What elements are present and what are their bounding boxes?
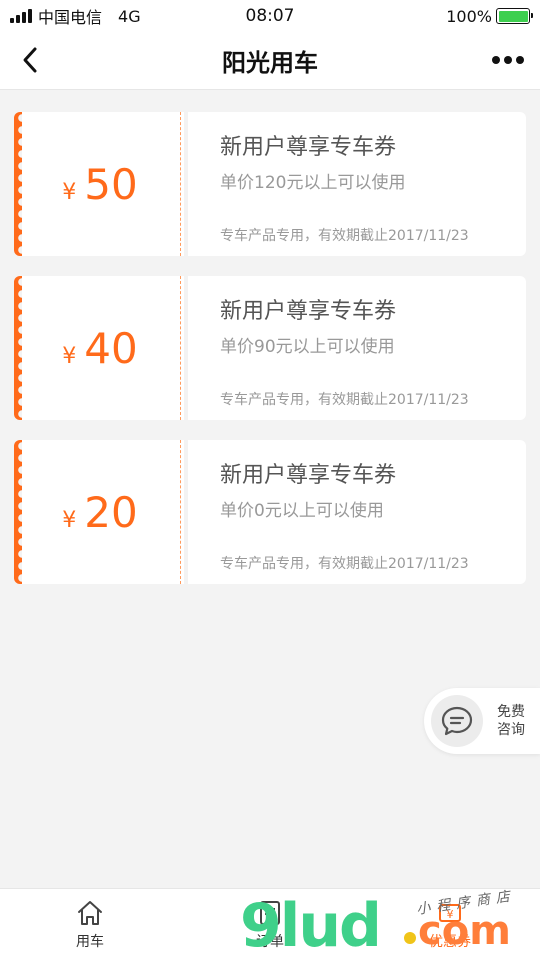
- battery-percent: 100%: [446, 6, 492, 26]
- home-icon: [78, 901, 102, 925]
- navigation-bar: 阳光用车: [0, 32, 540, 90]
- more-dots-icon: [492, 56, 524, 64]
- currency-symbol: ¥: [62, 179, 77, 205]
- coupon-price: ¥ 40: [62, 324, 137, 373]
- coupon-title: 新用户尊享专车券: [220, 299, 397, 324]
- page-title: 阳光用车: [222, 49, 318, 77]
- tab-ride[interactable]: 用车: [0, 889, 180, 960]
- coupon-note: 专车产品专用，有效期截止2017/11/23: [220, 556, 469, 572]
- coupon-price: ¥ 20: [62, 488, 137, 537]
- order-list-icon: [260, 901, 280, 925]
- bottom-tab-bar: 用车 订单 ¥ 优惠券: [0, 888, 540, 960]
- coupon-divider: [178, 276, 184, 420]
- coupon-card[interactable]: ¥ 20 新用户尊享专车券 单价0元以上可以使用 专车产品专用，有效期截止201…: [14, 440, 526, 584]
- chevron-left-icon: [23, 47, 37, 73]
- coupon-info-panel: 新用户尊享专车券 单价0元以上可以使用 专车产品专用，有效期截止2017/11/…: [188, 440, 526, 584]
- coupon-amount: 50: [84, 159, 138, 209]
- status-bar: 中国电信 4G 08:07 100%: [0, 0, 540, 32]
- coupon-value-panel: ¥ 20: [14, 440, 178, 584]
- back-button[interactable]: [12, 42, 48, 78]
- coupon-note: 专车产品专用，有效期截止2017/11/23: [220, 392, 469, 408]
- currency-symbol: ¥: [62, 343, 77, 369]
- coupon-condition: 单价90元以上可以使用: [220, 337, 395, 357]
- coupon-value-panel: ¥ 40: [14, 276, 178, 420]
- tab-label: 优惠券: [429, 934, 471, 950]
- coupon-divider: [178, 440, 184, 584]
- free-consult-button[interactable]: 免费 咨询: [424, 688, 540, 754]
- coupon-card[interactable]: ¥ 50 新用户尊享专车券 单价120元以上可以使用 专车产品专用，有效期截止2…: [14, 112, 526, 256]
- coupon-info-panel: 新用户尊享专车券 单价120元以上可以使用 专车产品专用，有效期截止2017/1…: [188, 112, 526, 256]
- coupon-price: ¥ 50: [62, 160, 137, 209]
- consult-label: 免费 咨询: [497, 704, 525, 738]
- coupon-condition: 单价120元以上可以使用: [220, 173, 406, 193]
- coupon-title: 新用户尊享专车券: [220, 463, 397, 488]
- svg-text:¥: ¥: [447, 908, 454, 921]
- tab-label: 订单: [256, 934, 284, 950]
- coupon-icon: ¥: [439, 904, 461, 922]
- tab-coupons[interactable]: ¥ 优惠券: [360, 889, 540, 960]
- coupon-divider: [178, 112, 184, 256]
- coupon-condition: 单价0元以上可以使用: [220, 501, 384, 521]
- coupon-note: 专车产品专用，有效期截止2017/11/23: [220, 228, 469, 244]
- coupon-value-panel: ¥ 50: [14, 112, 178, 256]
- coupon-amount: 20: [84, 487, 138, 537]
- tab-label: 用车: [76, 934, 104, 950]
- chat-bubble-icon: [431, 695, 483, 747]
- tab-orders[interactable]: 订单: [180, 889, 360, 960]
- coupon-card[interactable]: ¥ 40 新用户尊享专车券 单价90元以上可以使用 专车产品专用，有效期截止20…: [14, 276, 526, 420]
- battery-indicator: 100%: [446, 6, 533, 26]
- more-button[interactable]: [488, 42, 528, 78]
- coupon-info-panel: 新用户尊享专车券 单价90元以上可以使用 专车产品专用，有效期截止2017/11…: [188, 276, 526, 420]
- coupon-title: 新用户尊享专车券: [220, 135, 397, 160]
- currency-symbol: ¥: [62, 507, 77, 533]
- coupon-list: ¥ 50 新用户尊享专车券 单价120元以上可以使用 专车产品专用，有效期截止2…: [14, 112, 526, 604]
- coupon-amount: 40: [84, 323, 138, 373]
- battery-icon: [496, 8, 533, 24]
